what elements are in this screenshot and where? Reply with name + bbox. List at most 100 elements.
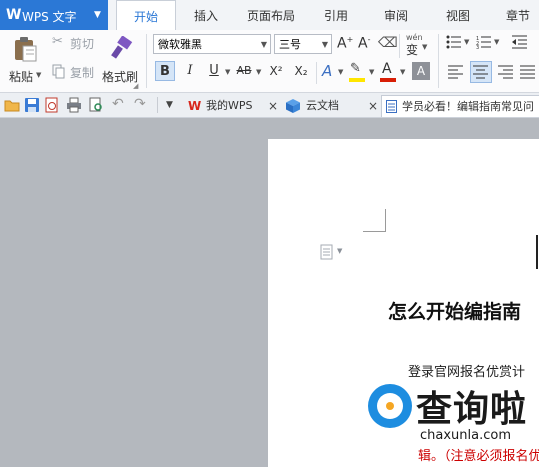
align-left-icon[interactable] [448, 65, 464, 79]
shrink-font-icon[interactable]: A- [358, 35, 370, 52]
pinyin-button[interactable]: wén 变 ▼ [404, 33, 432, 57]
paragraph-layout-icon [320, 244, 333, 260]
quick-access-bar: ↶ ↷ ▼ W 我的WPS × 云文档 × 学员必看！编辑指南常见问 [0, 93, 539, 118]
font-color-bar [380, 78, 396, 82]
doc-tab-label: 学员必看！编辑指南常见问 [402, 100, 534, 113]
chevron-down-icon[interactable]: ▼ [338, 68, 343, 76]
ribbon-separator [438, 34, 439, 88]
chevron-down-icon[interactable]: ▼ [225, 68, 230, 76]
align-center-button[interactable] [470, 61, 492, 83]
undo-icon[interactable]: ↶ [112, 96, 124, 112]
brush-icon [111, 36, 133, 59]
chevron-down-icon: ▼ [94, 10, 101, 20]
tab-page-layout[interactable]: 页面布局 [238, 0, 304, 30]
font-color-button[interactable]: A [379, 61, 399, 83]
expand-corner-icon[interactable]: ◢ [133, 82, 138, 90]
watermark-search-icon [368, 384, 412, 428]
chevron-down-icon[interactable]: ▼ [400, 68, 405, 76]
paste-button[interactable]: 粘贴 ▼ [6, 34, 44, 90]
pinyin-char: 变 [406, 43, 419, 57]
paste-label: 粘贴 [9, 70, 34, 84]
tab-review[interactable]: 审阅 [372, 0, 420, 30]
document-icon [386, 100, 397, 113]
bold-button[interactable]: B [155, 61, 175, 81]
doc-tab-my-wps[interactable]: W 我的WPS × [184, 95, 280, 117]
strikethrough-button[interactable]: AB [234, 61, 254, 81]
wps-logo-icon: W [188, 99, 202, 113]
print-icon[interactable] [66, 97, 82, 113]
tab-home[interactable]: 开始 [116, 0, 176, 32]
font-size-select[interactable]: 三号 ▼ [274, 34, 332, 54]
font-name-select[interactable]: 微软雅黑 ▼ [153, 34, 271, 54]
cut-label: 剪切 [70, 37, 95, 51]
highlight-color-bar [349, 78, 365, 82]
subscript-button[interactable]: X₂ [291, 61, 311, 81]
cloud-cube-icon [286, 99, 300, 113]
doc-tab-label: 云文档 [306, 99, 339, 112]
justify-icon[interactable] [520, 65, 536, 79]
chevron-down-icon[interactable]: ▼ [464, 38, 469, 46]
chevron-down-icon: ▼ [337, 247, 343, 255]
print-preview-icon[interactable] [88, 97, 104, 113]
close-icon[interactable]: × [268, 95, 278, 117]
toolbar-separator [157, 97, 158, 113]
text-effect-icon[interactable]: A [322, 62, 332, 80]
doc-tab-cloud-docs[interactable]: 云文档 × [284, 95, 380, 117]
ribbon-separator [146, 34, 147, 88]
site-watermark: 查询啦 chaxunla.com [356, 376, 539, 467]
scissors-icon: ✂ [52, 34, 63, 49]
clear-format-icon[interactable]: ⌫ [378, 35, 398, 51]
highlight-button[interactable]: ✎ [348, 61, 370, 83]
paragraph-options-button[interactable]: ▼ [320, 244, 348, 260]
watermark-title: 查询啦 [416, 389, 528, 430]
chevron-down-icon: ▼ [260, 40, 267, 49]
copy-icon [52, 64, 65, 79]
save-icon[interactable] [24, 97, 40, 113]
ribbon: 粘贴 ▼ ✂ 剪切 复制 格式刷 ◢ 微软雅黑 ▼ 三号 ▼ A+ A- ⌫ w… [0, 30, 539, 93]
align-center-icon [473, 65, 488, 79]
open-folder-icon[interactable] [4, 97, 20, 113]
ribbon-separator [316, 62, 317, 84]
copy-button[interactable]: 复制 [52, 63, 98, 81]
underline-button[interactable]: U [204, 61, 224, 81]
copy-label: 复制 [70, 66, 95, 80]
decrease-indent-icon[interactable] [512, 35, 528, 49]
font-color-label: A [382, 61, 392, 77]
close-icon[interactable]: × [368, 95, 378, 117]
tab-view[interactable]: 视图 [434, 0, 482, 30]
menu-bar: W WPS 文字 ▼ 开始 插入 页面布局 引用 审阅 视图 章节 [0, 0, 539, 32]
tab-insert[interactable]: 插入 [182, 0, 230, 30]
chevron-down-icon[interactable]: ▼ [256, 68, 261, 76]
doc-tab-label: 我的WPS [206, 99, 253, 112]
chevron-down-icon[interactable]: ▼ [166, 100, 173, 110]
chevron-down-icon: ▼ [36, 71, 42, 79]
doc-tab-active-document[interactable]: 学员必看！编辑指南常见问 [381, 95, 539, 117]
document-heading: 怎么开始编指南 [388, 301, 522, 323]
italic-button[interactable]: I [180, 61, 200, 81]
char-shading-icon[interactable]: A [412, 62, 430, 80]
font-name-value: 微软雅黑 [158, 38, 202, 51]
redo-icon[interactable]: ↷ [134, 96, 146, 112]
chevron-down-icon[interactable]: ▼ [494, 38, 499, 46]
chevron-down-icon[interactable]: ▼ [369, 68, 374, 76]
superscript-button[interactable]: X² [266, 61, 286, 81]
wps-logo-icon: W [6, 7, 22, 23]
grow-font-icon[interactable]: A+ [337, 35, 353, 52]
clipboard-icon [15, 37, 37, 62]
align-right-icon[interactable] [498, 65, 514, 79]
chevron-down-icon: ▼ [321, 40, 328, 49]
app-menu-button[interactable]: W WPS 文字 ▼ [0, 0, 108, 30]
bullet-list-icon[interactable] [446, 35, 462, 49]
margin-corner-mark [363, 209, 386, 232]
tab-references[interactable]: 引用 [312, 0, 360, 30]
cut-button[interactable]: ✂ 剪切 [52, 34, 98, 52]
numbered-list-icon[interactable]: 1 2 3 [476, 35, 492, 49]
ribbon-separator [399, 34, 400, 58]
app-title: WPS 文字 [22, 10, 77, 24]
text-cursor [536, 235, 538, 269]
svg-text:3: 3 [476, 45, 479, 49]
export-pdf-icon[interactable] [44, 97, 60, 113]
watermark-subtitle: chaxunla.com [420, 428, 511, 443]
highlighter-icon: ✎ [350, 61, 361, 76]
tab-chapter[interactable]: 章节 [496, 0, 539, 30]
